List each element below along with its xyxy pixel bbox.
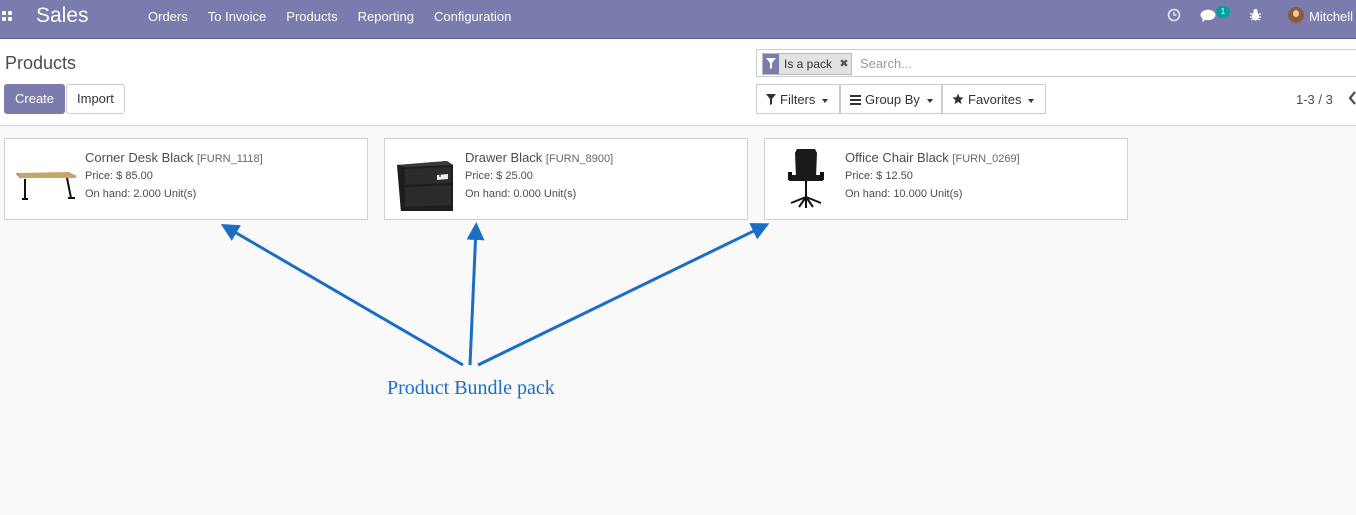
arrow-to-desk bbox=[220, 223, 464, 367]
arrow-to-drawer bbox=[466, 222, 485, 366]
annotation-arrows bbox=[220, 222, 770, 367]
arrow-to-chair bbox=[477, 223, 770, 367]
annotation-label: Product Bundle pack bbox=[387, 377, 555, 399]
